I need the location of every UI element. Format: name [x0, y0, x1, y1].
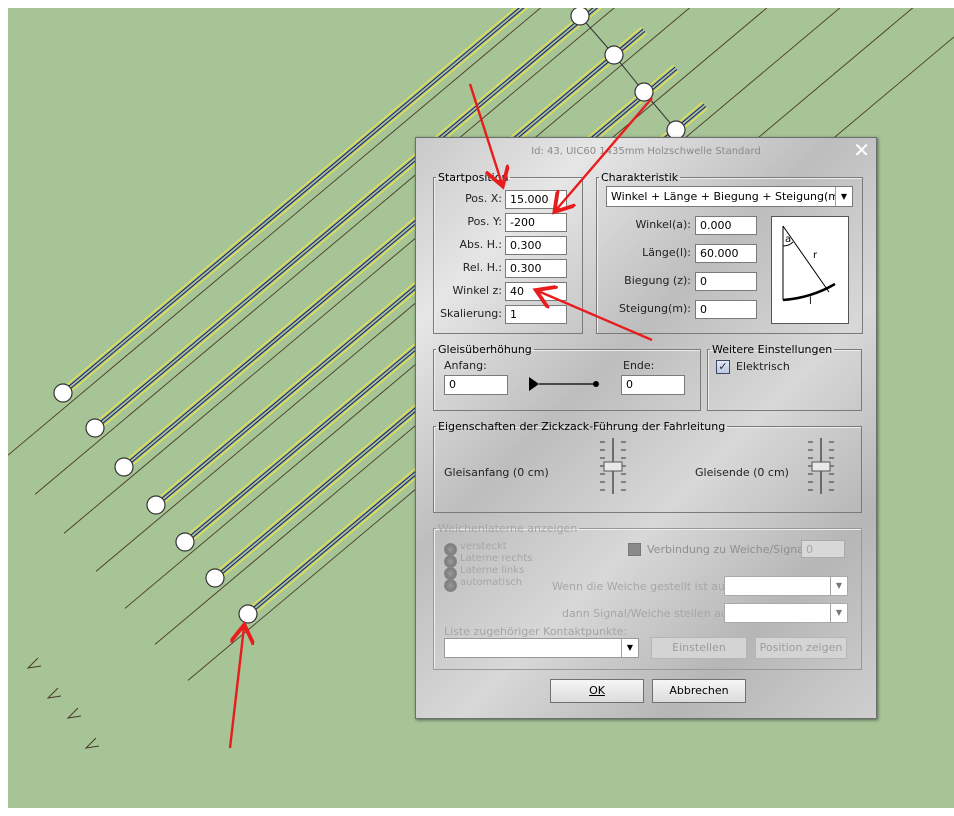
annotation-arrow-winkel-z — [538, 291, 653, 342]
annotation-arrows — [228, 83, 653, 749]
annotation-arrow-node — [228, 627, 244, 749]
annotation-arrow-pos-y — [556, 97, 653, 210]
annotation-arrow-pos-x — [468, 83, 502, 184]
